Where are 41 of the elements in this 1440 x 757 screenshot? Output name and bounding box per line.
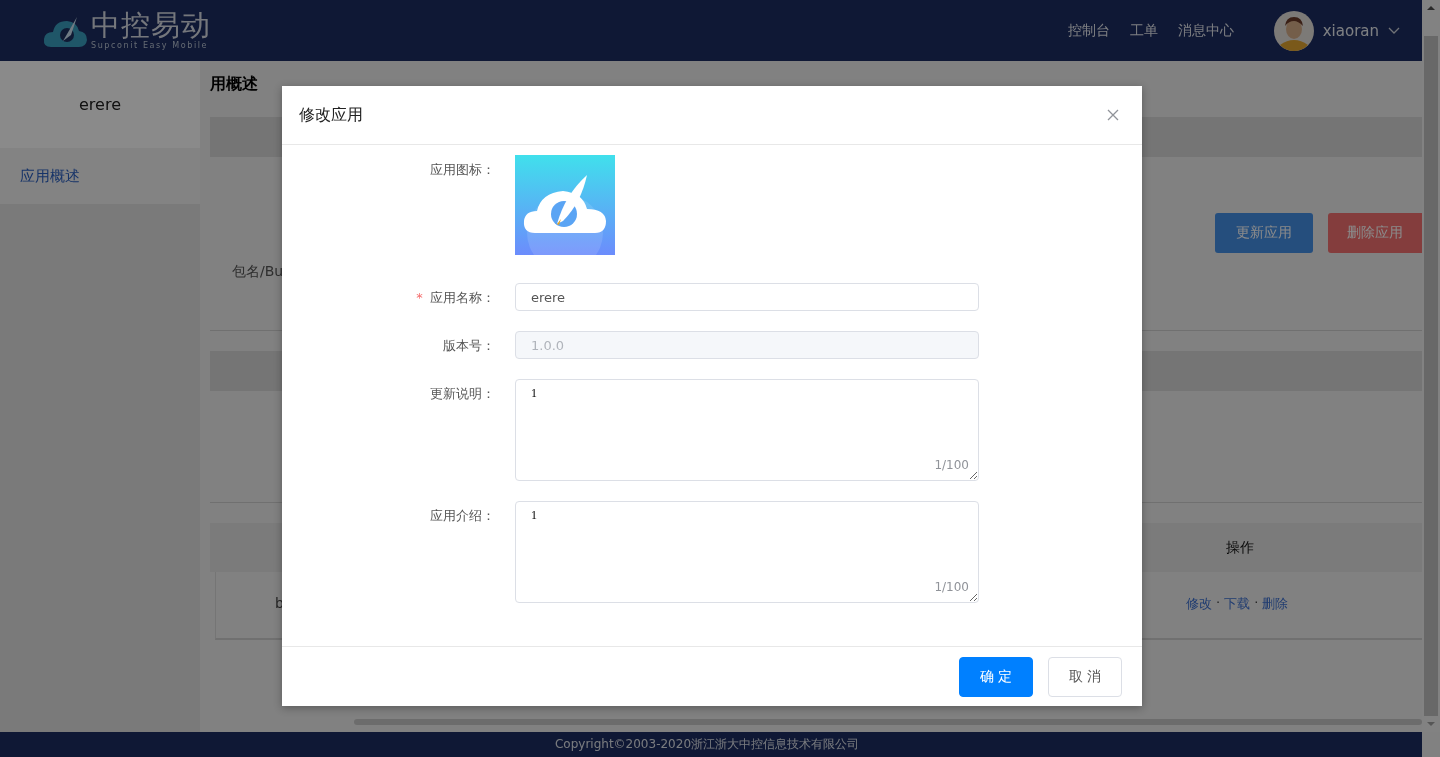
separator-dot: · [1254, 595, 1259, 612]
column-header: 操作 [1226, 539, 1254, 557]
logo-subtitle: Supconit Easy Mobile [91, 42, 210, 50]
user-menu[interactable]: xiaoran [1273, 10, 1400, 51]
field-label: 应用名称： [430, 290, 495, 305]
text-field[interactable]: erere [515, 283, 979, 311]
info-label: 包名/Bu [232, 263, 284, 281]
dialog-button[interactable]: 取 消 [1048, 656, 1122, 697]
sidebar-item[interactable]: 应用概述 [0, 148, 200, 204]
close-icon[interactable] [1107, 109, 1119, 121]
app-name: erere [79, 95, 121, 114]
separator-dot: · [1216, 595, 1221, 612]
nav-link[interactable]: 消息中心 [1177, 21, 1234, 40]
character-counter: 1/100 [934, 580, 969, 594]
nav-link[interactable]: 控制台 [1067, 21, 1110, 40]
field-label: 应用介绍： [430, 508, 495, 523]
logo-title: 中控易动 [91, 11, 211, 40]
row-action-link[interactable]: 修改 [1186, 595, 1212, 613]
dialog-title: 修改应用 [299, 104, 363, 126]
copyright-text: Copyright©2003-2020浙江浙大中控信息技术有限公司 [554, 736, 859, 753]
row-action-link[interactable]: 删除 [1262, 595, 1289, 613]
scroll-down-icon[interactable] [1427, 722, 1435, 726]
field-label: 更新说明： [430, 386, 495, 401]
dialog-button[interactable]: 确 定 [959, 656, 1033, 697]
field-label: 版本号： [443, 338, 495, 353]
avatar-icon [1273, 10, 1314, 51]
caret-icon [1388, 26, 1400, 35]
page-heading: 用概述 [210, 74, 259, 95]
text-area[interactable]: 1 1/100 [515, 379, 979, 481]
required-mark: * [416, 290, 423, 305]
field-label: 应用图标： [430, 162, 495, 177]
text-area[interactable]: 1 1/100 [515, 501, 979, 603]
scroll-up-icon[interactable] [1427, 6, 1435, 10]
scrollbar-thumb[interactable] [1424, 36, 1438, 716]
action-button[interactable]: 删除应用 [1328, 213, 1422, 253]
user-name: xiaoran [1322, 21, 1379, 40]
row-action-link[interactable]: 下载 [1224, 595, 1251, 613]
action-button[interactable]: 更新应用 [1215, 213, 1313, 253]
nav-link[interactable]: 工单 [1129, 21, 1158, 40]
cloud-rocket-icon[interactable] [515, 155, 615, 255]
character-counter: 1/100 [934, 458, 969, 472]
